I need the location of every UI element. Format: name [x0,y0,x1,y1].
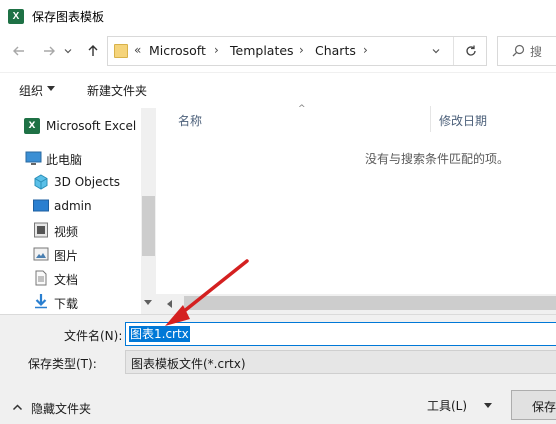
excel-icon: X [24,118,40,134]
sidebar-item-videos[interactable]: 视频 [0,219,140,241]
address-bar[interactable]: « Microsoft › Templates › Charts › [107,36,487,66]
computer-icon [25,151,42,167]
scroll-down-icon[interactable] [144,300,152,305]
sidebar-item-label: 文档 [54,273,79,287]
command-bar: 组织 新建文件夹 [0,72,556,106]
sidebar-item-microsoft-excel[interactable]: X Microsoft Excel [0,115,140,137]
sidebar-item-label: Microsoft Excel [46,119,137,133]
search-box[interactable]: 搜 [497,36,556,66]
3d-objects-icon [33,174,49,190]
search-icon [512,44,525,57]
forward-button[interactable] [38,40,60,62]
up-button[interactable] [82,40,104,62]
column-header-name[interactable]: 名称 [178,112,202,138]
arrow-right-icon [44,46,55,56]
chevron-up-icon [12,404,23,411]
recent-locations-button[interactable] [60,40,76,62]
caret-down-icon[interactable] [47,86,55,91]
downloads-folder-icon [33,293,49,309]
excel-icon: X [8,9,24,24]
scroll-left-icon[interactable] [167,300,172,308]
breadcrumb-item[interactable]: Templates [230,43,294,58]
filetype-label: 保存类型(T): [28,357,97,371]
scrollbar-thumb[interactable] [142,196,155,256]
refresh-button[interactable] [454,37,487,65]
filename-selected-text[interactable]: 图表1.crtx [129,326,190,342]
sidebar-item-label: admin [54,199,92,213]
desktop-folder-icon [33,199,49,215]
sidebar-item-pictures[interactable]: 图片 [0,243,140,265]
new-folder-button[interactable]: 新建文件夹 [87,82,147,99]
chevron-down-icon [64,49,72,54]
column-header-date-modified[interactable]: 修改日期 [439,112,487,138]
hide-folders-label: 隐藏文件夹 [31,402,92,416]
organize-button[interactable]: 组织 [19,82,43,99]
tools-button[interactable]: 工具(L) [418,391,504,419]
documents-folder-icon [33,270,49,286]
sidebar-item-label: 此电脑 [46,153,83,167]
sort-ascending-icon: ^ [298,104,306,114]
filename-label: 文件名(N): [64,329,123,343]
filename-field[interactable]: 图表1.crtx [125,322,556,346]
pictures-folder-icon [33,246,49,262]
save-form: 文件名(N): 图表1.crtx 保存类型(T): 图表模板文件(*.crtx)… [0,314,556,424]
sidebar-item-downloads[interactable]: 下载 [0,291,140,313]
breadcrumb-separator-icon[interactable]: › [299,43,304,57]
save-label: 保存 [532,400,556,414]
breadcrumb-item[interactable]: Microsoft [149,43,206,58]
sidebar-item-admin[interactable]: admin [0,195,140,217]
window-title: 保存图表模板 [32,10,105,24]
sidebar-item-label: 3D Objects [54,175,121,189]
refresh-icon [465,45,476,56]
filetype-selected-value[interactable]: 图表模板文件(*.crtx) [131,355,246,372]
address-history-icon[interactable] [431,45,441,59]
breadcrumb-separator-icon[interactable]: › [214,43,219,57]
breadcrumb-overflow[interactable]: « [134,43,141,57]
column-divider[interactable] [430,106,431,132]
sidebar-item-this-pc[interactable]: 此电脑 [0,147,140,169]
search-input[interactable]: 搜 [530,43,542,60]
horizontal-scrollbar[interactable] [156,294,556,314]
navigation-pane: X Microsoft Excel 此电脑 3D Objects admin 视… [0,108,156,314]
save-button[interactable]: 保存 [511,390,556,420]
back-button[interactable] [8,40,30,62]
sidebar-item-3d-objects[interactable]: 3D Objects [0,171,140,193]
file-list[interactable]: ^ 名称 修改日期 没有与搜索条件匹配的项。 [156,104,556,294]
scrollbar-thumb[interactable] [184,296,556,310]
sidebar-scrollbar[interactable] [141,108,156,314]
sidebar-item-label: 视频 [54,225,79,239]
tools-label: 工具(L) [427,399,468,413]
breadcrumb-separator-icon[interactable]: › [363,43,368,57]
caret-down-icon [484,403,492,408]
video-folder-icon [33,222,49,238]
breadcrumb-item[interactable]: Charts [315,43,356,58]
arrow-up-icon [88,45,98,56]
sidebar-item-label: 图片 [54,249,79,263]
title-bar: X 保存图表模板 [0,0,556,32]
folder-icon [114,44,128,58]
sidebar-item-label: 下载 [54,297,79,311]
arrow-left-icon [13,46,24,56]
sidebar-item-documents[interactable]: 文档 [0,267,140,289]
empty-state-message: 没有与搜索条件匹配的项。 [365,152,510,166]
filetype-select[interactable]: 图表模板文件(*.crtx) [125,350,556,374]
